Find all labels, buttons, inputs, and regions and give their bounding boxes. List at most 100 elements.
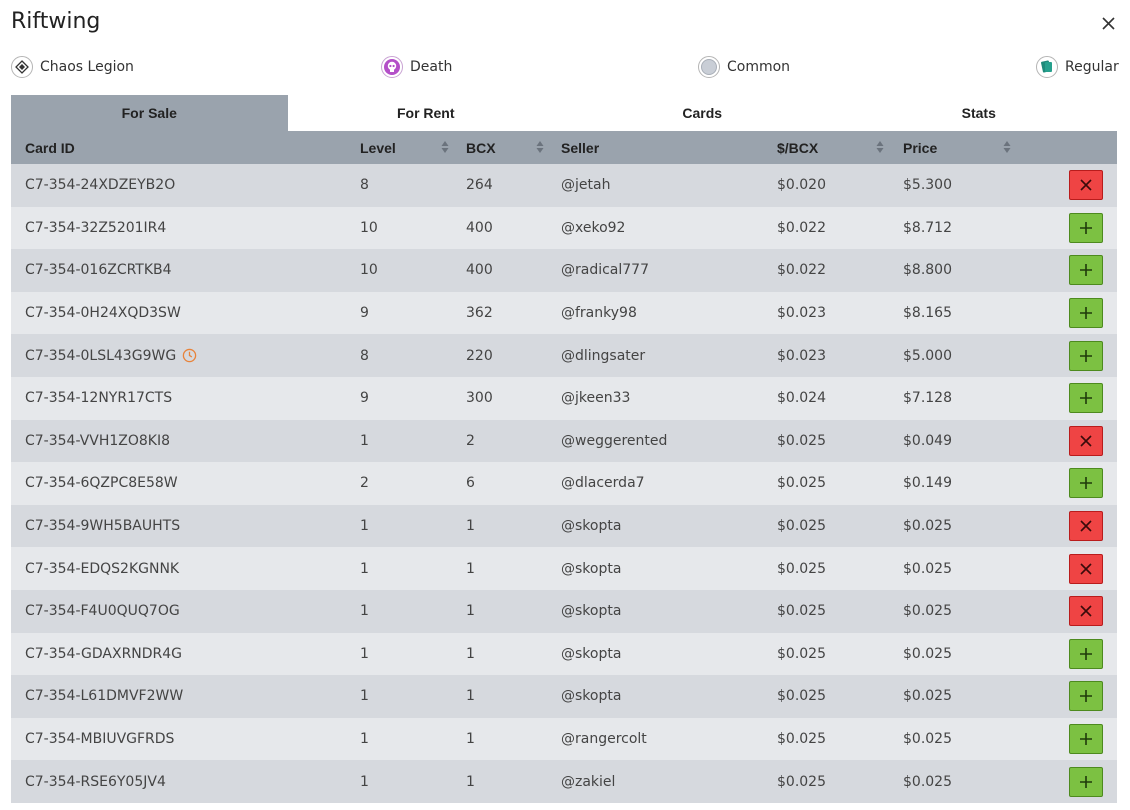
column-level[interactable]: Level bbox=[360, 131, 396, 164]
cell-card-id: C7-354-0H24XQD3SW bbox=[25, 292, 181, 335]
cell-bcx-text: 1 bbox=[466, 645, 475, 662]
add-to-cart-button[interactable] bbox=[1069, 681, 1103, 712]
sort-arrows-icon[interactable] bbox=[441, 140, 449, 154]
cell-card-id: C7-354-VVH1ZO8KI8 bbox=[25, 420, 170, 463]
cell-seller[interactable]: @weggerented bbox=[561, 420, 667, 463]
sort-arrows-icon[interactable] bbox=[1003, 140, 1011, 154]
cell-seller[interactable]: @xeko92 bbox=[561, 207, 625, 250]
table-row[interactable]: C7-354-9WH5BAUHTS 1 1 @skopta $0.025 $0.025 bbox=[11, 504, 1117, 548]
tab-cards[interactable]: Cards bbox=[564, 95, 841, 131]
cell-level: 1 bbox=[360, 590, 369, 633]
cell-card-id-text: C7-354-32Z5201IR4 bbox=[25, 219, 167, 236]
cell-level: 1 bbox=[360, 547, 369, 590]
cell-bcx-text: 2 bbox=[466, 432, 475, 449]
cell-seller-text: @xeko92 bbox=[561, 219, 626, 236]
add-to-cart-button[interactable] bbox=[1069, 255, 1103, 286]
plus-icon bbox=[1080, 349, 1092, 362]
table-row[interactable]: C7-354-0LSL43G9WG 8 220 @dlingsater $0.023 $5… bbox=[11, 334, 1117, 377]
cell-level-text: 1 bbox=[360, 432, 369, 449]
remove-from-cart-button[interactable] bbox=[1069, 511, 1103, 542]
cell-level-text: 1 bbox=[360, 560, 369, 577]
close-icon bbox=[1101, 16, 1115, 30]
cell-seller[interactable]: @radical777 bbox=[561, 249, 649, 292]
cell-seller[interactable]: @dlingsater bbox=[561, 334, 645, 377]
cell-level-text: 1 bbox=[360, 518, 369, 535]
cell-per-bcx: $0.025 bbox=[777, 590, 826, 633]
attribute-foil: Regular bbox=[1036, 55, 1119, 79]
cell-seller[interactable]: @franky98 bbox=[561, 292, 637, 335]
table-row[interactable]: C7-354-GDAXRNDR4G 1 1 @skopta $0.025 $0.025 bbox=[11, 632, 1117, 676]
cell-per-bcx-text: $0.025 bbox=[777, 603, 826, 620]
cell-card-id-text: C7-354-6QZPC8E58W bbox=[25, 475, 178, 492]
cell-level: 1 bbox=[360, 675, 369, 718]
attribute-element: Death bbox=[381, 55, 452, 79]
table-row[interactable]: C7-354-F4U0QUQ7OG 1 1 @skopta $0.025 $0.025 bbox=[11, 589, 1117, 633]
tab-for-sale[interactable]: For Sale bbox=[11, 95, 288, 131]
cell-bcx: 300 bbox=[466, 377, 493, 420]
remove-from-cart-button[interactable] bbox=[1069, 596, 1103, 627]
add-to-cart-button[interactable] bbox=[1069, 340, 1103, 371]
cell-seller[interactable]: @skopta bbox=[561, 675, 621, 718]
cell-per-bcx-text: $0.025 bbox=[777, 475, 826, 492]
cell-per-bcx-text: $0.023 bbox=[777, 347, 826, 364]
cell-bcx-text: 1 bbox=[466, 518, 475, 535]
cell-card-id-text: C7-354-VVH1ZO8KI8 bbox=[25, 432, 171, 449]
add-to-cart-button[interactable] bbox=[1069, 468, 1103, 499]
table-row[interactable]: C7-354-L61DMVF2WW 1 1 @skopta $0.025 $0.025 bbox=[11, 675, 1117, 718]
column-price[interactable]: Price bbox=[903, 131, 937, 164]
table-row[interactable]: C7-354-016ZCRTKB4 10 400 @radical777 $0.022 $… bbox=[11, 249, 1117, 292]
cell-bcx: 1 bbox=[466, 590, 475, 633]
add-to-cart-button[interactable] bbox=[1069, 724, 1103, 755]
cell-card-id: C7-354-MBIUVGFRDS bbox=[25, 718, 174, 761]
cell-seller-text: @skopta bbox=[561, 603, 622, 620]
cell-seller-text: @jkeen33 bbox=[561, 390, 631, 407]
close-button[interactable] bbox=[1098, 13, 1118, 33]
sort-arrows-icon[interactable] bbox=[536, 140, 544, 154]
remove-from-cart-button[interactable] bbox=[1069, 170, 1103, 201]
cell-seller[interactable]: @rangercolt bbox=[561, 718, 647, 761]
cell-bcx: 1 bbox=[466, 633, 475, 676]
column-bcx[interactable]: BCX bbox=[466, 131, 496, 164]
cell-per-bcx-text: $0.023 bbox=[777, 305, 826, 322]
cell-card-id-text: C7-354-0H24XQD3SW bbox=[25, 305, 181, 322]
table-row[interactable]: C7-354-32Z5201IR4 10 400 @xeko92 $0.022 $8.71… bbox=[11, 206, 1117, 250]
tab-for-rent[interactable]: For Rent bbox=[288, 95, 565, 131]
sort-arrows-icon[interactable] bbox=[876, 140, 884, 154]
cell-level-text: 1 bbox=[360, 773, 369, 790]
add-to-cart-button[interactable] bbox=[1069, 638, 1103, 669]
column-seller[interactable]: Seller bbox=[561, 131, 599, 164]
cell-seller[interactable]: @dlacerda7 bbox=[561, 462, 645, 505]
table-row[interactable]: C7-354-6QZPC8E58W 2 6 @dlacerda7 $0.025 $0.14… bbox=[11, 462, 1117, 505]
cell-level-text: 1 bbox=[360, 731, 369, 748]
cell-seller[interactable]: @skopta bbox=[561, 590, 621, 633]
add-to-cart-button[interactable] bbox=[1069, 212, 1103, 243]
cell-seller-text: @radical777 bbox=[561, 262, 649, 279]
tab-stats[interactable]: Stats bbox=[841, 95, 1118, 131]
remove-from-cart-button[interactable] bbox=[1069, 553, 1103, 584]
cell-card-id: C7-354-9WH5BAUHTS bbox=[25, 505, 180, 548]
remove-from-cart-button[interactable] bbox=[1069, 425, 1103, 456]
add-to-cart-button[interactable] bbox=[1069, 298, 1103, 329]
table-row[interactable]: C7-354-EDQS2KGNNK 1 1 @skopta $0.025 $0.025 bbox=[11, 547, 1117, 590]
table-row[interactable]: C7-354-MBIUVGFRDS 1 1 @rangercolt $0.025 $0.0… bbox=[11, 717, 1117, 761]
cell-seller[interactable]: @jetah bbox=[561, 164, 610, 207]
close-icon bbox=[1080, 179, 1092, 191]
cell-seller[interactable]: @skopta bbox=[561, 547, 621, 590]
cell-seller[interactable]: @jkeen33 bbox=[561, 377, 630, 420]
cell-seller[interactable]: @zakiel bbox=[561, 760, 615, 803]
cell-seller[interactable]: @skopta bbox=[561, 505, 621, 548]
column-card-id[interactable]: Card ID bbox=[25, 131, 75, 164]
table-row[interactable]: C7-354-RSE6Y05JV4 1 1 @zakiel $0.025 $0.025 bbox=[11, 760, 1117, 803]
table-row[interactable]: C7-354-12NYR17CTS 9 300 @jkeen33 $0.024 $7.12… bbox=[11, 376, 1117, 420]
table-row[interactable]: C7-354-0H24XQD3SW 9 362 @franky98 $0.023 $8.1… bbox=[11, 291, 1117, 335]
table-row[interactable]: C7-354-VVH1ZO8KI8 1 2 @weggerented $0.025 $0.… bbox=[11, 419, 1117, 463]
column-per-bcx[interactable]: $/BCX bbox=[777, 131, 818, 164]
cell-seller[interactable]: @skopta bbox=[561, 633, 621, 676]
cell-price: $5.300 bbox=[903, 164, 952, 207]
add-to-cart-button[interactable] bbox=[1069, 766, 1103, 797]
cell-level: 10 bbox=[360, 249, 378, 292]
cell-bcx: 220 bbox=[466, 334, 493, 377]
cell-bcx: 1 bbox=[466, 675, 475, 718]
table-row[interactable]: C7-354-24XDZEYB2O 8 264 @jetah $0.020 $5.300 bbox=[11, 164, 1117, 207]
add-to-cart-button[interactable] bbox=[1069, 383, 1103, 414]
